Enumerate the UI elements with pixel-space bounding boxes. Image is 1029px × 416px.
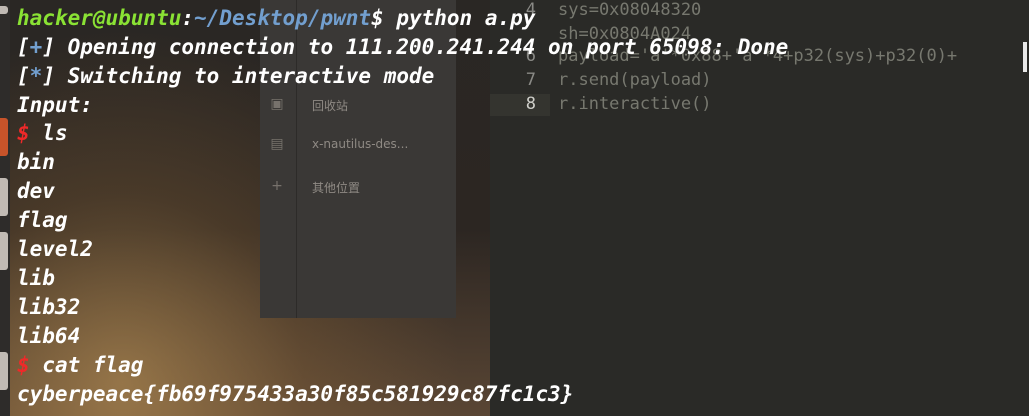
status-star-mark: *	[29, 64, 43, 88]
terminal-window[interactable]: hacker@ubuntu:~/Desktop/pwnt$ python a.p…	[0, 0, 1029, 416]
list-item: dev	[17, 179, 55, 203]
command-line: hacker@ubuntu:~/Desktop/pwnt$ python a.p…	[17, 3, 535, 33]
list-item: lib	[17, 266, 55, 290]
shell-command-line: $ cat flag	[17, 353, 144, 377]
output-line: Input:	[17, 93, 93, 117]
shell-prompt: $	[17, 353, 30, 377]
status-plus-mark: +	[29, 35, 43, 59]
flag-output: cyberpeace{fb69f975433a30f85c581929c87fc…	[17, 382, 574, 406]
output-line: [*] Switching to interactive mode	[17, 64, 435, 88]
prompt-path: ~/Desktop/pwnt	[194, 6, 372, 30]
list-item: flag	[17, 208, 68, 232]
shell-command-line: $ ls	[17, 121, 68, 145]
prompt-separator: :	[181, 6, 195, 30]
shell-prompt: $	[17, 121, 30, 145]
list-item: bin	[17, 150, 55, 174]
list-item: lib64	[17, 324, 81, 348]
prompt-user: hacker@ubuntu	[17, 6, 182, 30]
prompt-dollar: $	[371, 6, 384, 30]
command-text: python a.py	[383, 6, 536, 30]
output-line: [+] Opening connection to 111.200.241.24…	[17, 35, 789, 59]
list-item: level2	[17, 237, 93, 261]
list-item: lib32	[17, 295, 81, 319]
